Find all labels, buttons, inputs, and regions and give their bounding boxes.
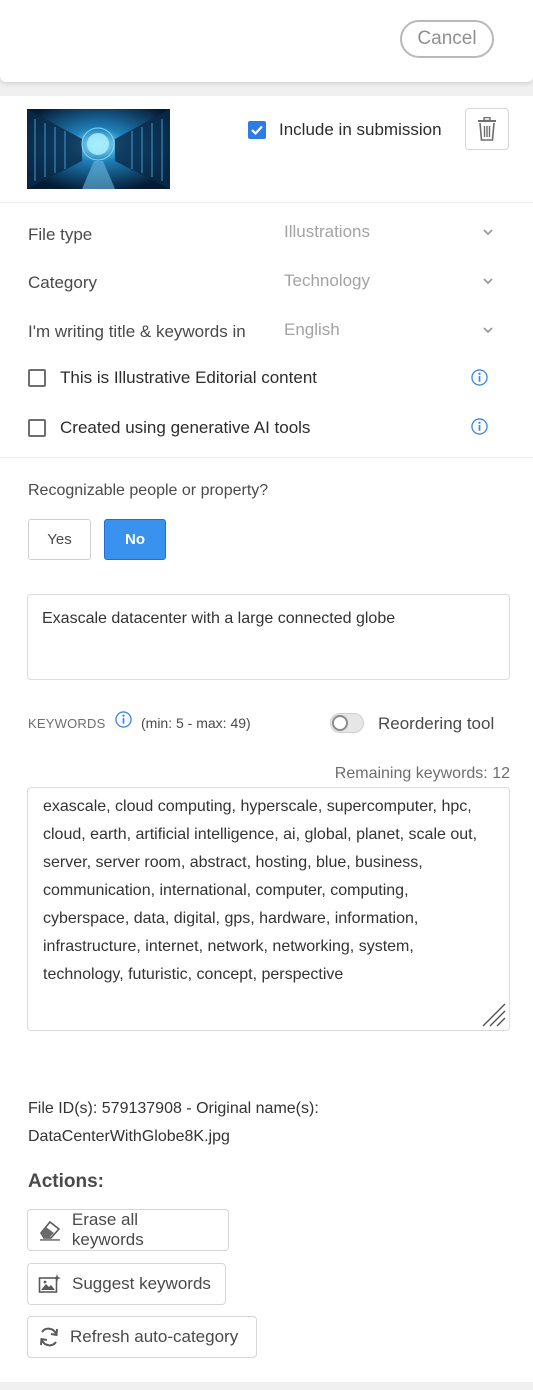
info-icon[interactable]: [115, 711, 132, 728]
language-select[interactable]: English: [284, 317, 494, 343]
asset-thumbnail: [27, 109, 170, 189]
keywords-text: exascale, cloud computing, hyperscale, s…: [43, 798, 478, 983]
reordering-label: Reordering tool: [378, 714, 495, 733]
editorial-label: This is Illustrative Editorial content: [60, 368, 317, 387]
title-text: Exascale datacenter with a large connect…: [42, 610, 396, 627]
delete-button[interactable]: [465, 108, 509, 150]
erase-keywords-label: Erase all keywords: [71, 1210, 144, 1249]
keywords-textarea[interactable]: exascale, cloud computing, hyperscale, s…: [27, 787, 510, 1031]
trash-icon: [478, 117, 496, 141]
reordering-toggle[interactable]: [330, 713, 364, 733]
resize-handle-icon[interactable]: [481, 1002, 507, 1028]
actions-heading: Actions:: [28, 1171, 104, 1192]
remaining-keywords: Remaining keywords: 12: [334, 765, 510, 782]
toggle-knob: [332, 715, 348, 731]
generative-ai-label: Created using generative AI tools: [60, 418, 311, 437]
refresh-category-button[interactable]: Refresh auto-category: [27, 1316, 257, 1358]
file-type-label: File type: [28, 225, 93, 244]
image-sparkle-icon: [38, 1274, 61, 1293]
eraser-icon: [39, 1220, 61, 1241]
cancel-button[interactable]: Cancel: [400, 20, 494, 58]
recognizable-question: Recognizable people or property?: [28, 482, 269, 499]
keywords-heading: KEYWORDS: [28, 716, 106, 731]
chevron-down-icon: [483, 229, 493, 236]
file-info: File ID(s): 579137908 - Original name(s)…: [28, 1095, 319, 1151]
title-input[interactable]: Exascale datacenter with a large connect…: [27, 594, 510, 680]
include-checkbox[interactable]: [248, 121, 266, 139]
keywords-limits: (min: 5 - max: 49): [141, 715, 251, 731]
suggest-keywords-button[interactable]: Suggest keywords: [27, 1263, 226, 1305]
include-label: Include in submission: [279, 120, 442, 139]
divider: [0, 457, 533, 458]
divider: [0, 202, 533, 203]
info-icon[interactable]: [471, 418, 488, 435]
language-label: I'm writing title & keywords in: [28, 322, 246, 341]
recognizable-yes-button[interactable]: Yes: [28, 519, 91, 560]
category-label: Category: [28, 273, 97, 292]
file-type-value: Illustrations: [284, 222, 370, 241]
file-id-line: File ID(s): 579137908 - Original name(s)…: [28, 1100, 319, 1117]
erase-keywords-button[interactable]: Erase all keywords: [27, 1209, 229, 1251]
file-type-select[interactable]: Illustrations: [284, 219, 494, 245]
editorial-checkbox[interactable]: [28, 369, 46, 387]
refresh-category-label: Refresh auto-category: [70, 1327, 239, 1346]
header-bar: Cancel: [0, 0, 533, 82]
suggest-keywords-label: Suggest keywords: [72, 1274, 211, 1293]
recognizable-no-button[interactable]: No: [104, 519, 166, 560]
chevron-down-icon: [483, 327, 493, 334]
language-value: English: [284, 320, 340, 339]
category-select[interactable]: Technology: [284, 268, 494, 294]
generative-ai-checkbox[interactable]: [28, 419, 46, 437]
original-name-line: DataCenterWithGlobe8K.jpg: [28, 1128, 230, 1145]
category-value: Technology: [284, 271, 371, 290]
chevron-down-icon: [483, 278, 493, 285]
info-icon[interactable]: [471, 369, 488, 386]
refresh-icon: [40, 1327, 58, 1347]
